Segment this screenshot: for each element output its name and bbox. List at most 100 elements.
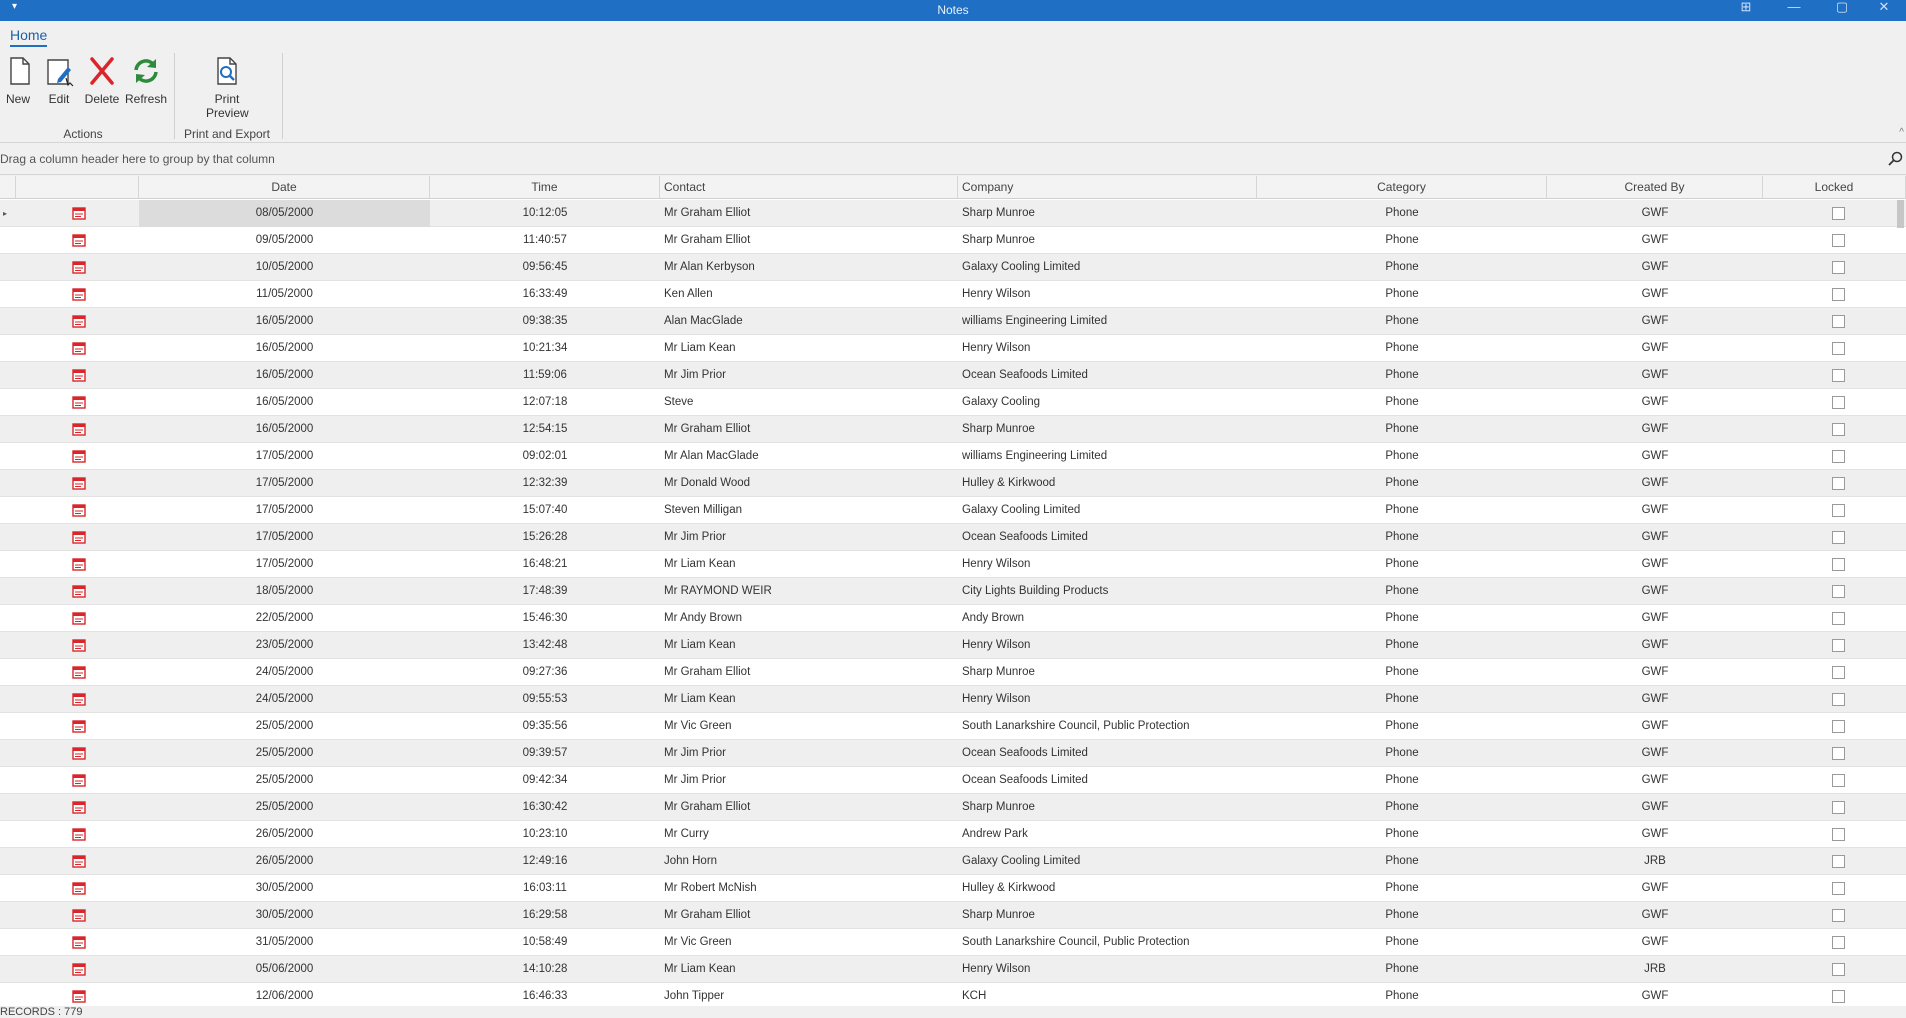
cell-time[interactable]: 09:02:01 bbox=[430, 443, 660, 470]
note-icon[interactable] bbox=[72, 315, 86, 328]
cell-created-by[interactable]: GWF bbox=[1547, 551, 1763, 578]
cell-category[interactable]: Phone bbox=[1257, 902, 1547, 929]
cell-contact[interactable]: Mr Curry bbox=[660, 821, 958, 848]
locked-checkbox[interactable] bbox=[1832, 909, 1845, 922]
cell-contact[interactable]: John Horn bbox=[660, 848, 958, 875]
cell-time[interactable]: 09:42:34 bbox=[430, 767, 660, 794]
cell-contact[interactable]: Steve bbox=[660, 389, 958, 416]
cell-time[interactable]: 11:40:57 bbox=[430, 227, 660, 254]
cell-company[interactable]: Ocean Seafoods Limited bbox=[958, 767, 1257, 794]
cell-category[interactable]: Phone bbox=[1257, 605, 1547, 632]
column-header-locked[interactable]: Locked bbox=[1763, 176, 1906, 199]
cell-company[interactable]: Ocean Seafoods Limited bbox=[958, 362, 1257, 389]
cell-company[interactable]: Galaxy Cooling Limited bbox=[958, 848, 1257, 875]
cell-company[interactable]: Hulley & Kirkwood bbox=[958, 875, 1257, 902]
note-icon[interactable] bbox=[72, 990, 86, 1003]
cell-date[interactable]: 05/06/2000 bbox=[139, 956, 430, 983]
cell-company[interactable]: Henry Wilson bbox=[958, 956, 1257, 983]
locked-checkbox[interactable] bbox=[1832, 855, 1845, 868]
tab-home[interactable]: Home bbox=[10, 27, 48, 47]
cell-time[interactable]: 10:12:05 bbox=[430, 200, 660, 227]
layout-icon[interactable]: ⊞ bbox=[1724, 0, 1768, 21]
table-row[interactable]: 12/06/2000 16:46:33 John Tipper KCH Phone GWF bbox=[0, 983, 1906, 1006]
cell-company[interactable]: Ocean Seafoods Limited bbox=[958, 740, 1257, 767]
locked-checkbox[interactable] bbox=[1832, 612, 1845, 625]
locked-checkbox[interactable] bbox=[1832, 990, 1845, 1003]
cell-contact[interactable]: Mr Graham Elliot bbox=[660, 227, 958, 254]
locked-checkbox[interactable] bbox=[1832, 396, 1845, 409]
note-icon[interactable] bbox=[72, 504, 86, 517]
cell-time[interactable]: 09:55:53 bbox=[430, 686, 660, 713]
table-row[interactable]: 18/05/2000 17:48:39 Mr RAYMOND WEIR City Li… bbox=[0, 578, 1906, 605]
cell-company[interactable]: Ocean Seafoods Limited bbox=[958, 524, 1257, 551]
cell-company[interactable]: Andy Brown bbox=[958, 605, 1257, 632]
locked-checkbox[interactable] bbox=[1832, 288, 1845, 301]
cell-contact[interactable]: Ken Allen bbox=[660, 281, 958, 308]
cell-date[interactable]: 30/05/2000 bbox=[139, 902, 430, 929]
cell-company[interactable]: Sharp Munroe bbox=[958, 902, 1257, 929]
cell-time[interactable]: 16:48:21 bbox=[430, 551, 660, 578]
cell-company[interactable]: Sharp Munroe bbox=[958, 659, 1257, 686]
locked-checkbox[interactable] bbox=[1832, 936, 1845, 949]
cell-created-by[interactable]: GWF bbox=[1547, 389, 1763, 416]
cell-time[interactable]: 10:21:34 bbox=[430, 335, 660, 362]
table-row[interactable]: 17/05/2000 09:02:01 Mr Alan MacGlade willia… bbox=[0, 443, 1906, 470]
cell-company[interactable]: City Lights Building Products bbox=[958, 578, 1257, 605]
column-header-date[interactable]: Date bbox=[139, 176, 430, 199]
cell-company[interactable]: Henry Wilson bbox=[958, 551, 1257, 578]
cell-created-by[interactable]: GWF bbox=[1547, 686, 1763, 713]
note-icon[interactable] bbox=[72, 585, 86, 598]
note-icon[interactable] bbox=[72, 909, 86, 922]
cell-date[interactable]: 16/05/2000 bbox=[139, 416, 430, 443]
table-row[interactable]: 23/05/2000 13:42:48 Mr Liam Kean Henry Wils… bbox=[0, 632, 1906, 659]
cell-contact[interactable]: Mr Alan MacGlade bbox=[660, 443, 958, 470]
cell-created-by[interactable]: GWF bbox=[1547, 308, 1763, 335]
cell-company[interactable]: Henry Wilson bbox=[958, 686, 1257, 713]
locked-checkbox[interactable] bbox=[1832, 963, 1845, 976]
cell-time[interactable]: 16:03:11 bbox=[430, 875, 660, 902]
cell-created-by[interactable]: GWF bbox=[1547, 929, 1763, 956]
table-row[interactable]: 25/05/2000 09:35:56 Mr Vic Green South Lana… bbox=[0, 713, 1906, 740]
cell-time[interactable]: 16:30:42 bbox=[430, 794, 660, 821]
cell-company[interactable]: Sharp Munroe bbox=[958, 227, 1257, 254]
table-row[interactable]: 10/05/2000 09:56:45 Mr Alan Kerbyson Galaxy… bbox=[0, 254, 1906, 281]
note-icon[interactable] bbox=[72, 234, 86, 247]
table-row[interactable]: 25/05/2000 09:42:34 Mr Jim Prior Ocean Seaf… bbox=[0, 767, 1906, 794]
note-icon[interactable] bbox=[72, 639, 86, 652]
table-row[interactable]: 17/05/2000 12:32:39 Mr Donald Wood Hulley &… bbox=[0, 470, 1906, 497]
cell-category[interactable]: Phone bbox=[1257, 362, 1547, 389]
cell-created-by[interactable]: JRB bbox=[1547, 848, 1763, 875]
cell-created-by[interactable]: GWF bbox=[1547, 470, 1763, 497]
table-row[interactable]: 26/05/2000 12:49:16 John Horn Galaxy Coolin… bbox=[0, 848, 1906, 875]
table-row[interactable]: 16/05/2000 09:38:35 Alan MacGlade williams … bbox=[0, 308, 1906, 335]
cell-company[interactable]: Andrew Park bbox=[958, 821, 1257, 848]
table-row[interactable]: 26/05/2000 10:23:10 Mr Curry Andrew Park Pho… bbox=[0, 821, 1906, 848]
cell-category[interactable]: Phone bbox=[1257, 524, 1547, 551]
cell-created-by[interactable]: GWF bbox=[1547, 335, 1763, 362]
table-row[interactable]: 11/05/2000 16:33:49 Ken Allen Henry Wilson P… bbox=[0, 281, 1906, 308]
cell-created-by[interactable]: GWF bbox=[1547, 713, 1763, 740]
cell-contact[interactable]: Mr Jim Prior bbox=[660, 524, 958, 551]
note-icon[interactable] bbox=[72, 612, 86, 625]
cell-time[interactable]: 15:07:40 bbox=[430, 497, 660, 524]
cell-created-by[interactable]: GWF bbox=[1547, 794, 1763, 821]
cell-time[interactable]: 09:38:35 bbox=[430, 308, 660, 335]
cell-time[interactable]: 09:56:45 bbox=[430, 254, 660, 281]
cell-contact[interactable]: Mr Jim Prior bbox=[660, 362, 958, 389]
maximize-button[interactable]: ▢ bbox=[1820, 0, 1864, 21]
cell-company[interactable]: Sharp Munroe bbox=[958, 200, 1257, 227]
cell-time[interactable]: 16:29:58 bbox=[430, 902, 660, 929]
cell-category[interactable]: Phone bbox=[1257, 632, 1547, 659]
cell-date[interactable]: 24/05/2000 bbox=[139, 686, 430, 713]
cell-contact[interactable]: Mr Donald Wood bbox=[660, 470, 958, 497]
note-icon[interactable] bbox=[72, 693, 86, 706]
cell-date[interactable]: 25/05/2000 bbox=[139, 794, 430, 821]
note-icon[interactable] bbox=[72, 558, 86, 571]
cell-date[interactable]: 16/05/2000 bbox=[139, 335, 430, 362]
cell-contact[interactable]: Mr Liam Kean bbox=[660, 335, 958, 362]
cell-created-by[interactable]: GWF bbox=[1547, 578, 1763, 605]
cell-time[interactable]: 14:10:28 bbox=[430, 956, 660, 983]
cell-company[interactable]: Galaxy Cooling bbox=[958, 389, 1257, 416]
cell-category[interactable]: Phone bbox=[1257, 767, 1547, 794]
cell-contact[interactable]: Mr Alan Kerbyson bbox=[660, 254, 958, 281]
